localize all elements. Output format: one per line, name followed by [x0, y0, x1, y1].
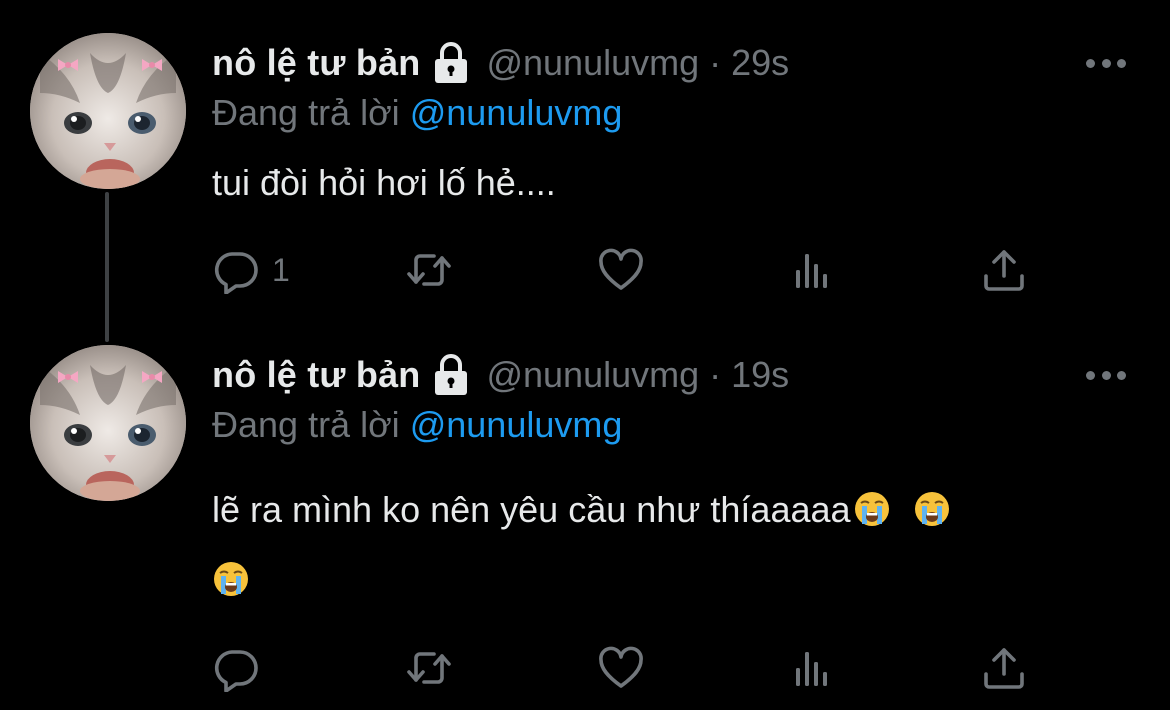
reply-context: Đang trả lời @nunuluvmg [212, 404, 622, 446]
heart-icon [599, 248, 643, 290]
tweet[interactable]: nô lệ tư bản @nunuluvmg · 29s Đang trả l… [0, 0, 1170, 330]
tweet-body: lẽ ra mình ko nên yêu cầu như thíaaaaa [212, 489, 851, 530]
timestamp[interactable]: 19s [731, 354, 789, 396]
tweet-body: tui đòi hỏi hơi lố hẻ.... [212, 162, 556, 203]
more-dot-icon [1101, 370, 1111, 380]
reply-mention-link[interactable]: @nunuluvmg [410, 92, 623, 133]
loudly-crying-face-emoji [212, 560, 250, 598]
reply-context: Đang trả lời @nunuluvmg [212, 92, 622, 134]
share-button[interactable] [980, 643, 1028, 693]
retweet-icon [407, 254, 451, 286]
kitten-avatar-icon [30, 33, 186, 189]
share-upload-icon [984, 250, 1024, 291]
retweet-button[interactable] [405, 245, 465, 295]
reply-bubble-icon [214, 252, 258, 294]
reply-prefix: Đang trả lời [212, 404, 400, 445]
reply-bubble-icon [214, 650, 258, 692]
avatar[interactable] [30, 345, 186, 501]
more-dot-icon [1117, 58, 1126, 68]
tweet-actions: 1 [212, 245, 1042, 295]
share-button[interactable] [980, 245, 1028, 295]
timestamp[interactable]: 29s [731, 42, 789, 84]
display-name[interactable]: nô lệ tư bản [212, 354, 420, 396]
more-options-button[interactable] [1086, 55, 1126, 71]
tweet-text: tui đòi hỏi hơi lố hẻ.... [212, 148, 1112, 218]
more-dot-icon [1086, 58, 1095, 68]
tweet-actions [212, 643, 1042, 693]
display-name[interactable]: nô lệ tư bản [212, 42, 420, 84]
views-bar-chart-icon [796, 254, 827, 288]
reply-button[interactable] [212, 643, 272, 693]
like-button[interactable] [597, 245, 657, 295]
user-handle[interactable]: @nunuluvmg [486, 42, 699, 84]
tweet-text: lẽ ra mình ko nên yêu cầu như thíaaaaa [212, 475, 1112, 615]
retweet-icon [407, 652, 451, 684]
avatar[interactable] [30, 33, 186, 189]
tweet-header: nô lệ tư bản @nunuluvmg · 29s [212, 38, 789, 88]
separator-dot: · [709, 354, 722, 395]
views-bar-chart-icon [796, 652, 827, 686]
share-upload-icon [984, 648, 1024, 689]
reply-button[interactable]: 1 [212, 245, 290, 295]
tweet[interactable]: nô lệ tư bản @nunuluvmg · 19s Đang trả l… [0, 320, 1170, 710]
user-handle[interactable]: @nunuluvmg [486, 354, 699, 396]
separator-dot: · [709, 42, 722, 83]
more-dot-icon [1101, 58, 1111, 68]
loudly-crying-face-emoji [853, 490, 891, 528]
views-button[interactable] [789, 643, 849, 693]
tweet-header: nô lệ tư bản @nunuluvmg · 19s [212, 350, 789, 400]
more-dot-icon [1117, 370, 1126, 380]
like-button[interactable] [597, 643, 657, 693]
reply-prefix: Đang trả lời [212, 92, 400, 133]
reply-count: 1 [272, 251, 290, 288]
kitten-avatar-icon [30, 345, 186, 501]
lock-icon [430, 353, 472, 397]
retweet-button[interactable] [405, 643, 465, 693]
views-button[interactable] [789, 245, 849, 295]
heart-icon [599, 646, 643, 688]
lock-icon [430, 41, 472, 85]
loudly-crying-face-emoji [913, 490, 951, 528]
more-dot-icon [1086, 370, 1095, 380]
reply-mention-link[interactable]: @nunuluvmg [410, 404, 623, 445]
more-options-button[interactable] [1086, 367, 1126, 383]
